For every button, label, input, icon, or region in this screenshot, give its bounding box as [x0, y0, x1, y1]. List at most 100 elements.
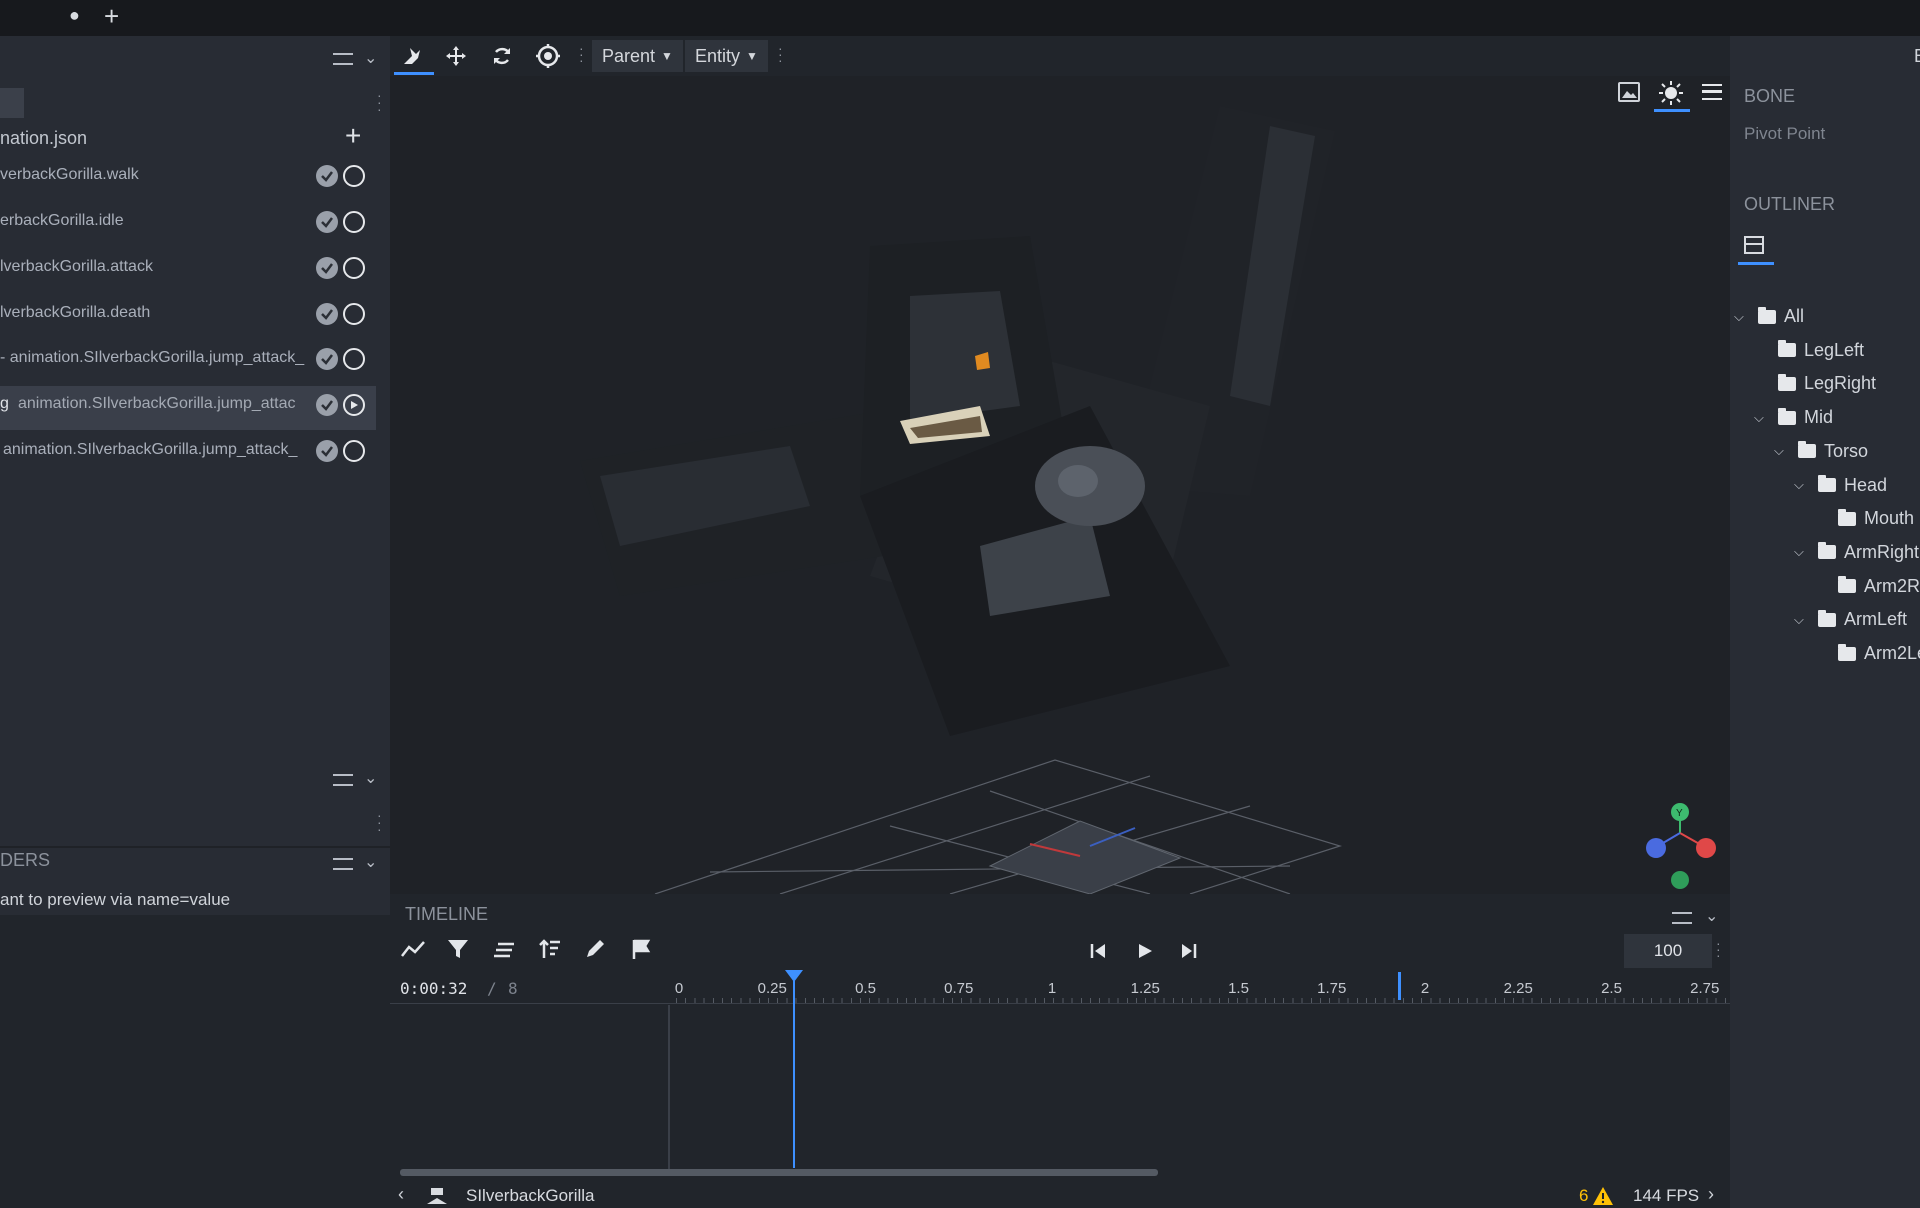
- chevron-down-icon[interactable]: ⌄: [364, 48, 377, 68]
- background-image-icon[interactable]: [1618, 82, 1640, 102]
- rotate-tool-icon[interactable]: [484, 38, 520, 74]
- collapse-panel-icon[interactable]: [1672, 912, 1692, 924]
- export-check-icon[interactable]: [316, 348, 338, 370]
- pose-tool-icon[interactable]: [394, 38, 430, 74]
- graph-editor-icon[interactable]: [400, 938, 426, 960]
- outliner-item[interactable]: LegRight: [1754, 373, 1876, 394]
- outliner-item[interactable]: Arm2Le: [1814, 643, 1920, 664]
- chevron-left-icon[interactable]: ‹: [398, 1184, 404, 1205]
- move-tool-icon[interactable]: [438, 38, 474, 74]
- skip-back-icon[interactable]: [1089, 942, 1107, 960]
- panel-tab[interactable]: [0, 88, 24, 118]
- animation-list-item[interactable]: verbackGorilla.walk: [0, 160, 376, 192]
- outliner-item[interactable]: Arm2Ri: [1814, 576, 1920, 597]
- sort-icon[interactable]: [538, 938, 562, 960]
- animation-list-item[interactable]: animation.SIlverbackGorilla.jump_attack_: [0, 435, 376, 467]
- edge-label: E: [1914, 46, 1920, 67]
- chevron-down-icon[interactable]: ⌵: [1794, 544, 1810, 560]
- tab-unsaved-dot[interactable]: ●: [69, 5, 80, 26]
- new-tab-button[interactable]: +: [104, 1, 119, 32]
- timeline-tick-label: 1: [1047, 980, 1057, 997]
- flag-icon[interactable]: [630, 938, 652, 960]
- 3d-viewport[interactable]: Y: [390, 76, 1730, 894]
- pivot-point-label[interactable]: Pivot Point: [1744, 124, 1825, 144]
- playhead-handle-icon[interactable]: [785, 970, 803, 982]
- current-time[interactable]: 0:00:32: [400, 979, 467, 998]
- playhead[interactable]: [793, 975, 795, 1168]
- add-animation-button[interactable]: +: [345, 120, 361, 152]
- chevron-down-icon[interactable]: ⌄: [364, 852, 377, 872]
- variables-input-hint[interactable]: ant to preview via name=value: [0, 890, 230, 910]
- loop-end-marker[interactable]: [1398, 972, 1401, 1000]
- export-check-icon[interactable]: [316, 303, 338, 325]
- loop-toggle-icon[interactable]: [343, 211, 365, 233]
- zoom-field[interactable]: 100: [1624, 934, 1712, 968]
- chevron-down-icon[interactable]: ⌵: [1794, 612, 1810, 628]
- loop-toggle-icon[interactable]: [343, 165, 365, 187]
- more-options-icon[interactable]: · · ·: [377, 88, 382, 116]
- divider: [0, 846, 390, 848]
- loop-toggle-icon[interactable]: [343, 257, 365, 279]
- playing-icon[interactable]: [343, 394, 365, 416]
- lighting-icon[interactable]: [1658, 80, 1684, 106]
- toolbar-more-icon[interactable]: · · ·: [778, 41, 783, 67]
- outliner-item[interactable]: Mouth: [1814, 508, 1914, 529]
- add-group-icon[interactable]: [1744, 236, 1764, 254]
- timeline-tick-label: 2.5: [1601, 980, 1622, 997]
- warning-icon[interactable]: [1592, 1186, 1614, 1206]
- variables-section-title: DERS: [0, 850, 51, 870]
- loop-toggle-icon[interactable]: [343, 440, 365, 462]
- filter-icon[interactable]: [446, 938, 470, 960]
- outliner-item-label: ArmLeft: [1844, 609, 1908, 630]
- timeline-tick-label: 0.25: [757, 980, 787, 997]
- list-view-icon[interactable]: [492, 940, 516, 960]
- collapse-panel-icon[interactable]: [333, 53, 353, 65]
- pivot-mode-dropdown[interactable]: Entity ▼: [685, 40, 768, 72]
- outliner-item[interactable]: ⌵ ArmLeft: [1794, 609, 1907, 630]
- animation-list-item[interactable]: lverbackGorilla.attack: [0, 252, 376, 284]
- export-check-icon[interactable]: [316, 440, 338, 462]
- timeline-scrollbar[interactable]: [400, 1169, 1158, 1176]
- export-check-icon[interactable]: [316, 394, 338, 416]
- viewport-menu-icon[interactable]: [1702, 84, 1722, 100]
- animation-list-item[interactable]: - animation.SIlverbackGorilla.jump_attac…: [0, 343, 376, 375]
- loop-toggle-icon[interactable]: [343, 303, 365, 325]
- export-check-icon[interactable]: [316, 165, 338, 187]
- outliner-item[interactable]: LegLeft: [1754, 340, 1864, 361]
- animation-file-name[interactable]: nation.json: [0, 128, 87, 149]
- outliner-item[interactable]: ⌵ Torso: [1774, 441, 1868, 462]
- variables-editor[interactable]: [0, 915, 390, 1208]
- more-options-icon[interactable]: · · ·: [377, 808, 382, 836]
- selected-prefix: g: [0, 395, 9, 412]
- play-icon[interactable]: [1136, 942, 1154, 960]
- folder-icon: [1818, 609, 1836, 627]
- timeline-tick-label: 2: [1420, 980, 1430, 997]
- transform-space-dropdown[interactable]: Parent ▼: [592, 40, 683, 72]
- pivot-tool-icon[interactable]: [530, 38, 566, 74]
- warning-count[interactable]: 6: [1579, 1186, 1588, 1206]
- animation-list-item[interactable]: lverbackGorilla.death: [0, 298, 376, 330]
- animation-list-item[interactable]: g animation.SIlverbackGorilla.jump_attac: [0, 389, 376, 421]
- svg-text:Y: Y: [1676, 808, 1683, 819]
- outliner-item[interactable]: ⌵ Head: [1794, 475, 1887, 496]
- outliner-item[interactable]: ⌵ ArmRight: [1794, 542, 1919, 563]
- animation-list-item[interactable]: erbackGorilla.idle: [0, 206, 376, 238]
- export-check-icon[interactable]: [316, 257, 338, 279]
- chevron-down-icon[interactable]: ⌵: [1734, 309, 1750, 325]
- chevron-right-icon[interactable]: ›: [1708, 1184, 1714, 1205]
- chevron-down-icon[interactable]: ⌵: [1754, 410, 1770, 426]
- outliner-item[interactable]: ⌵ All: [1734, 306, 1804, 327]
- pencil-icon[interactable]: [584, 938, 608, 960]
- timeline-more-icon[interactable]: · · ·: [1716, 936, 1721, 962]
- chevron-down-icon[interactable]: ⌵: [1774, 443, 1790, 459]
- chevron-down-icon[interactable]: ⌄: [364, 768, 377, 788]
- chevron-down-icon[interactable]: ⌄: [1705, 906, 1718, 926]
- loop-toggle-icon[interactable]: [343, 348, 365, 370]
- collapse-panel-icon[interactable]: [333, 774, 353, 786]
- skip-forward-icon[interactable]: [1180, 942, 1198, 960]
- timeline-tick-label: 0.5: [855, 980, 876, 997]
- chevron-down-icon[interactable]: ⌵: [1794, 477, 1810, 493]
- export-check-icon[interactable]: [316, 211, 338, 233]
- collapse-panel-icon[interactable]: [333, 858, 353, 870]
- outliner-item[interactable]: ⌵ Mid: [1754, 407, 1833, 428]
